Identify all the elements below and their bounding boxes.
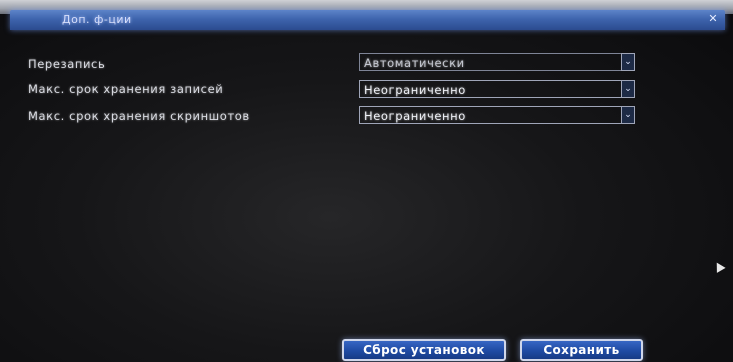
overwrite-value: Автоматически [359,53,621,71]
max-screenshot-retention-label: Макс. срок хранения скриншотов [28,109,250,123]
overwrite-label: Перезапись [28,57,106,71]
monitor-screen: Доп. ф-ции ✕ Перезапись Автоматически ⌄ … [0,0,733,362]
chevron-down-icon[interactable]: ⌄ [621,80,635,98]
chevron-down-icon[interactable]: ⌄ [621,106,635,124]
max-record-retention-select[interactable]: Неограниченно ⌄ [359,79,635,99]
save-button[interactable]: Сохранить [520,339,643,361]
overwrite-select[interactable]: Автоматически ⌄ [359,52,635,72]
max-screenshot-retention-value: Неограниченно [359,106,621,124]
window-titlebar: Доп. ф-ции ✕ [10,10,725,30]
max-record-retention-label: Макс. срок хранения записей [28,82,224,96]
close-icon[interactable]: ✕ [707,13,719,25]
chevron-down-icon[interactable]: ⌄ [621,53,635,71]
reset-settings-button[interactable]: Сброс установок [342,339,506,361]
window-title: Доп. ф-ции [62,13,132,26]
max-record-retention-value: Неограниченно [359,80,621,98]
settings-window: Перезапись Автоматически ⌄ Макс. срок хр… [10,30,725,362]
max-screenshot-retention-select[interactable]: Неограниченно ⌄ [359,105,635,125]
